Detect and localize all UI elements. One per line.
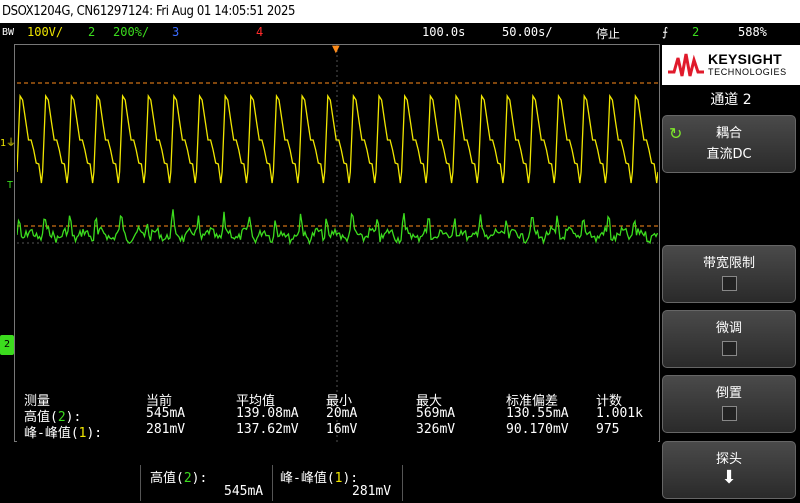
menu-title: 通道 2 bbox=[710, 92, 752, 108]
waveform-display[interactable] bbox=[17, 45, 658, 442]
ch1-waveform bbox=[17, 93, 658, 184]
invert-checkbox[interactable] bbox=[721, 406, 737, 421]
refresh-icon: ↻ bbox=[669, 124, 683, 143]
trigger-marker[interactable]: T bbox=[7, 180, 13, 191]
measurement-count: 1.001k bbox=[596, 406, 643, 421]
time-scale[interactable]: 50.00s/ bbox=[502, 25, 553, 39]
measurement-max: 326mV bbox=[416, 422, 456, 437]
run-state[interactable]: 停止 bbox=[596, 25, 620, 42]
brand-name: KEYSIGHT bbox=[708, 51, 782, 67]
bw-limit-indicator: BW bbox=[2, 27, 15, 38]
measurement-count: 975 bbox=[596, 422, 620, 437]
quick-measure-1-label: 高值(2): bbox=[150, 471, 208, 486]
coupling-value: 直流DC bbox=[706, 147, 752, 162]
ch1-marker[interactable]: 1⏚ bbox=[0, 134, 16, 149]
measurement-current: 545mA bbox=[146, 406, 186, 421]
measurement-max: 569mA bbox=[416, 406, 456, 421]
quick-measure-2-value: 281mV bbox=[352, 484, 392, 499]
waveform-graph bbox=[17, 45, 658, 442]
ch4-number[interactable]: 4 bbox=[256, 25, 263, 39]
probe-label: 探头 bbox=[715, 452, 742, 467]
ch3-number[interactable]: 3 bbox=[172, 25, 179, 39]
trigger-edge-icon: ⨍ bbox=[662, 25, 669, 39]
softkey-panel: KEYSIGHT TECHNOLOGIES 通道 2 ↻ 耦合 直流DC 带宽限… bbox=[662, 45, 800, 503]
bandwidth-limit-checkbox[interactable] bbox=[721, 276, 737, 291]
measurement-mean: 139.08mA bbox=[236, 406, 299, 421]
title-bar: DSOX1204G, CN61297124: Fri Aug 01 14:05:… bbox=[0, 0, 800, 23]
ch2-number[interactable]: 2 bbox=[88, 25, 95, 39]
coupling-label: 耦合 bbox=[715, 126, 742, 141]
coupling-softkey[interactable]: ↻ 耦合 直流DC bbox=[662, 115, 796, 173]
quick-measure-bar: 高值(2): 545mA 峰-峰值(1): 281mV bbox=[0, 447, 660, 503]
fine-label: 微调 bbox=[715, 321, 742, 336]
measurement-std: 130.55mA bbox=[506, 406, 569, 421]
time-reference-marker[interactable]: ▼ bbox=[332, 44, 340, 55]
measurement-std: 90.170mV bbox=[506, 422, 569, 437]
ch2-scale[interactable]: 200%/ bbox=[113, 25, 149, 39]
time-delay[interactable]: 100.0s bbox=[422, 25, 465, 39]
quick-measure-2-label: 峰-峰值(1): bbox=[280, 471, 359, 486]
invert-softkey[interactable]: 倒置 bbox=[662, 375, 796, 433]
quick-measure-1-value: 545mA bbox=[224, 484, 264, 499]
trigger-channel[interactable]: 2 bbox=[692, 25, 699, 39]
fine-softkey[interactable]: 微调 bbox=[662, 310, 796, 368]
keysight-logo: KEYSIGHT TECHNOLOGIES bbox=[662, 45, 800, 85]
brand-subtitle: TECHNOLOGIES bbox=[708, 67, 787, 77]
trigger-level[interactable]: 588% bbox=[738, 25, 767, 39]
status-bar: BW 100V/ 2 200%/ 3 4 100.0s 50.00s/ 停止 ⨍… bbox=[0, 23, 800, 42]
measurements-table: 测量 当前 平均值 最小 最大 标准偏差 计数 高值(2): 545mA 139… bbox=[24, 390, 658, 442]
measurement-row: 峰-峰值(1): 281mV 137.62mV 16mV 326mV 90.17… bbox=[24, 422, 658, 441]
fine-checkbox[interactable] bbox=[721, 341, 737, 356]
measurements-header-row: 测量 当前 平均值 最小 最大 标准偏差 计数 bbox=[24, 390, 658, 409]
invert-label: 倒置 bbox=[715, 386, 742, 401]
measurement-mean: 137.62mV bbox=[236, 422, 299, 437]
measurement-row: 高值(2): 545mA 139.08mA 20mA 569mA 130.55m… bbox=[24, 406, 658, 425]
bandwidth-limit-label: 带宽限制 bbox=[702, 256, 755, 271]
measurement-min: 16mV bbox=[326, 422, 358, 437]
measurement-current: 281mV bbox=[146, 422, 186, 437]
keysight-wave-icon bbox=[668, 53, 704, 77]
title-text: DSOX1204G, CN61297124: Fri Aug 01 14:05:… bbox=[2, 4, 296, 19]
bandwidth-limit-softkey[interactable]: 带宽限制 bbox=[662, 245, 796, 303]
measurement-name: 峰-峰值(1): bbox=[24, 426, 103, 441]
probe-softkey[interactable]: 探头 ⬇ bbox=[662, 441, 796, 499]
measurement-min: 20mA bbox=[326, 406, 358, 421]
ch2-marker[interactable]: 2 bbox=[0, 335, 14, 355]
ch1-scale[interactable]: 100V/ bbox=[27, 25, 63, 39]
down-arrow-icon: ⬇ bbox=[721, 467, 737, 488]
